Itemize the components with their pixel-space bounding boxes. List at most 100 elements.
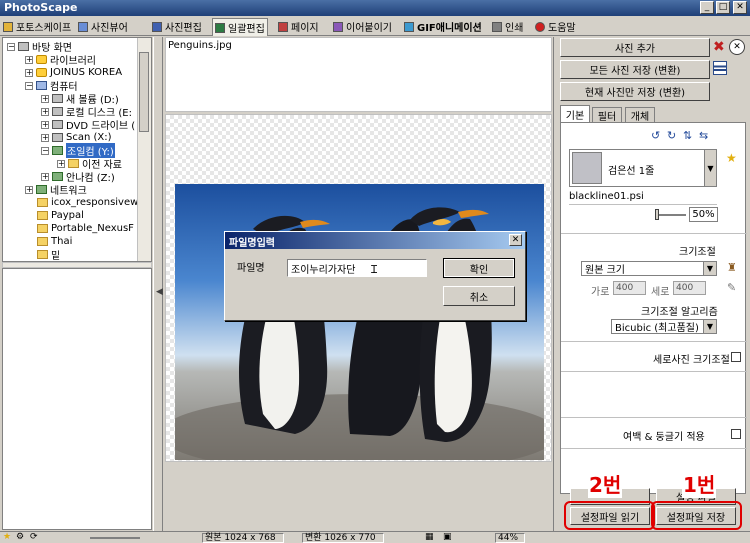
expand-icon[interactable]: + (41, 107, 49, 116)
help-icon (535, 21, 545, 32)
star-icon[interactable]: ★ (3, 532, 11, 542)
tree-item-dvd[interactable]: + DVD 드라이브 ( (41, 118, 135, 132)
frame-size-slider-thumb[interactable] (655, 209, 659, 220)
tab-filter[interactable]: 필터 (592, 107, 622, 123)
resize-tool-icon[interactable]: ♜ (727, 261, 737, 274)
expand-icon[interactable]: + (25, 55, 33, 64)
tree-item-library[interactable]: + 라이브러리 (25, 53, 96, 67)
width-input[interactable]: 400 (613, 281, 646, 295)
tab-label: 페이지 (291, 23, 319, 34)
tab-label: 도움말 (548, 23, 576, 34)
dialog-title: 파일명입력 (229, 238, 275, 249)
clear-all-icon[interactable]: ✕ (729, 39, 745, 55)
height-input[interactable]: 400 (673, 281, 706, 295)
tab-print[interactable]: 인쇄 (492, 18, 523, 35)
settings-icon[interactable]: ⚙ (16, 532, 24, 542)
maximize-button[interactable]: □ (716, 1, 730, 14)
add-photo-button[interactable]: 사진 추가 (560, 38, 710, 57)
tree-item-network[interactable]: + 네트워크 (25, 183, 87, 197)
save-current-button[interactable]: 현재 사진만 저장 (변환) (560, 82, 710, 101)
title-bar: PhotoScape _ □ ✕ (0, 0, 750, 16)
collapse-icon[interactable]: − (25, 81, 33, 90)
annotation-label-2: 2번 (588, 469, 623, 498)
margin-round-checkbox[interactable] (731, 429, 741, 439)
expand-icon[interactable]: + (41, 172, 49, 181)
frame-dropdown-icon[interactable]: ▼ (704, 150, 716, 186)
list-icon[interactable] (713, 61, 727, 75)
collapse-icon[interactable]: − (7, 42, 15, 51)
tab-help[interactable]: 도움말 (535, 18, 576, 35)
ok-button[interactable]: 확인 (443, 258, 515, 278)
tab-combine[interactable]: 이어붙이기 (333, 18, 392, 35)
thumbnail-icon[interactable]: ▣ (443, 532, 452, 542)
dialog-close-button[interactable]: ✕ (509, 234, 522, 246)
tab-basic[interactable]: 기본 (560, 105, 590, 123)
checker-icon[interactable]: ▦ (425, 532, 434, 542)
expand-icon[interactable]: + (41, 120, 49, 129)
annotation-box-2 (564, 501, 655, 530)
photoscape-icon (3, 21, 13, 32)
tree-item-folder[interactable]: icox_responsivewel (37, 196, 147, 209)
cancel-button[interactable]: 취소 (443, 286, 515, 306)
scroll-thumb[interactable] (139, 52, 149, 132)
tab-label: 포토스케이프 (16, 23, 72, 34)
expand-icon[interactable]: + (57, 159, 65, 168)
settings-panel: ↺ ↻ ⇅ ⇆ 검은선 1줄 ▼ ★ blackline01.psi 50% 크… (560, 122, 747, 494)
favorite-star-icon[interactable]: ★ (726, 151, 737, 165)
tree-item-folder[interactable]: 밑 (37, 248, 60, 261)
frame-size-slider-track[interactable] (656, 214, 686, 216)
computer-icon (36, 81, 47, 90)
filename-input[interactable] (287, 259, 427, 277)
tab-viewer[interactable]: 사진뷰어 (78, 18, 128, 35)
tree-item-folder[interactable]: Portable_NexusF (37, 222, 134, 235)
save-all-button[interactable]: 모든 사진 저장 (변환) (560, 60, 710, 79)
dialog-title-bar[interactable]: 파일명입력 ✕ (225, 232, 525, 249)
expand-icon[interactable]: + (25, 185, 33, 194)
rotate-right-icon[interactable]: ↻ (667, 129, 676, 142)
divider (561, 233, 747, 234)
remove-icon[interactable]: ✖ (713, 39, 727, 55)
minimize-button[interactable]: _ (700, 1, 714, 14)
expand-icon[interactable]: + (25, 68, 33, 77)
penguins-photo (175, 184, 544, 460)
thumbnail-list[interactable] (2, 268, 152, 530)
algorithm-value: Bicubic (최고품질) (615, 323, 699, 334)
folder-icon (37, 250, 48, 259)
file-list[interactable]: Penguins.jpg (165, 37, 552, 112)
portrait-resize-checkbox[interactable] (731, 352, 741, 362)
expand-icon[interactable]: + (41, 133, 49, 142)
status-bar: ★ ⚙ ⟳ 원본 1024 x 768 변환 1026 x 770 ▦ ▣ 44… (0, 531, 750, 543)
panel-splitter[interactable]: ◀ (153, 37, 163, 533)
expand-icon[interactable]: + (41, 94, 49, 103)
tab-gif[interactable]: GIF애니메이션 (404, 18, 482, 35)
pen-icon[interactable]: ✎ (727, 281, 736, 294)
rotate-left-icon[interactable]: ↺ (651, 129, 660, 142)
thumb-size-slider[interactable] (90, 537, 140, 539)
folder-tree[interactable]: − 바탕 화면 + 라이브러리 + JOINUS KOREA − 컴퓨터 + 새… (2, 37, 152, 262)
tab-page[interactable]: 페이지 (278, 18, 319, 35)
tab-editor[interactable]: 사진편집 (152, 18, 202, 35)
flip-vertical-icon[interactable]: ⇅ (683, 129, 692, 142)
collapse-arrow-icon[interactable]: ◀ (156, 287, 163, 297)
algorithm-select[interactable]: Bicubic (최고품질) ▼ (611, 319, 717, 334)
height-label: 세로 (651, 287, 670, 298)
editor-icon (152, 21, 162, 32)
zoom-level: 44% (495, 533, 525, 543)
refresh-icon[interactable]: ⟳ (30, 532, 38, 542)
frame-selector[interactable]: 검은선 1줄 ▼ (569, 149, 717, 187)
close-window-button[interactable]: ✕ (733, 1, 747, 14)
tab-label: 이어붙이기 (346, 23, 392, 34)
tab-batch[interactable]: 일괄편집 (212, 18, 268, 36)
tree-scrollbar[interactable] (137, 38, 151, 261)
frame-size-percent[interactable]: 50% (689, 207, 718, 222)
flip-horizontal-icon[interactable]: ⇆ (699, 129, 708, 142)
tab-photoscape[interactable]: 포토스케이프 (3, 18, 71, 35)
frame-name: 검은선 1줄 (608, 166, 655, 177)
file-name[interactable]: Penguins.jpg (168, 40, 232, 51)
resize-value: 원본 크기 (585, 265, 625, 276)
tree-item-folder[interactable]: Paypal (37, 209, 84, 222)
tab-object[interactable]: 개체 (625, 107, 655, 123)
resize-select[interactable]: 원본 크기 ▼ (581, 261, 717, 276)
resize-title: 크기조절 (679, 247, 716, 258)
collapse-icon[interactable]: − (41, 146, 49, 155)
